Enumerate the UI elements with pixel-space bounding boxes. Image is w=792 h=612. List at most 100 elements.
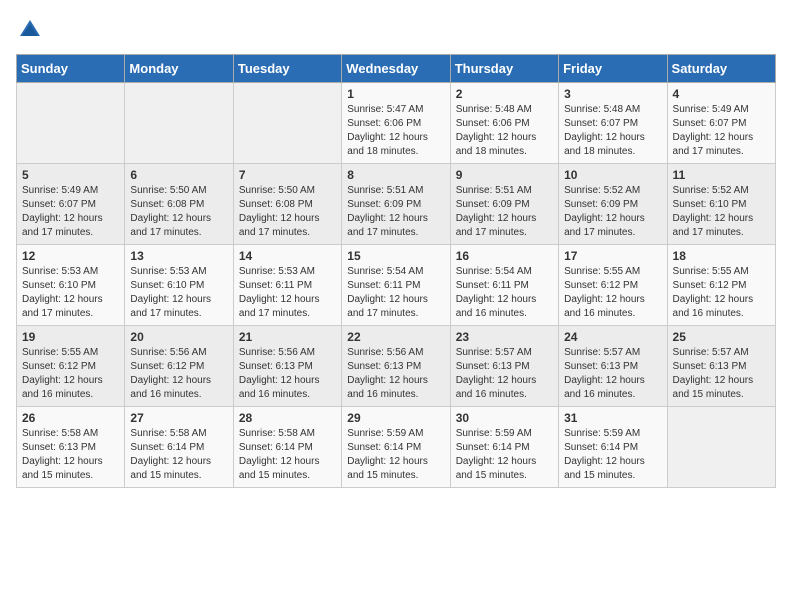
day-number: 17 [564, 249, 661, 263]
calendar-week-row: 5 Sunrise: 5:49 AM Sunset: 6:07 PM Daylig… [17, 164, 776, 245]
day-number: 29 [347, 411, 444, 425]
calendar-cell [125, 83, 233, 164]
day-number: 28 [239, 411, 336, 425]
day-info: Sunrise: 5:53 AM Sunset: 6:10 PM Dayligh… [130, 265, 227, 321]
day-number: 27 [130, 411, 227, 425]
day-number: 3 [564, 87, 661, 101]
calendar-header-thursday: Thursday [450, 55, 558, 83]
day-info: Sunrise: 5:47 AM Sunset: 6:06 PM Dayligh… [347, 103, 444, 159]
day-number: 4 [673, 87, 770, 101]
day-info: Sunrise: 5:58 AM Sunset: 6:14 PM Dayligh… [130, 427, 227, 483]
day-info: Sunrise: 5:58 AM Sunset: 6:14 PM Dayligh… [239, 427, 336, 483]
calendar-cell: 2 Sunrise: 5:48 AM Sunset: 6:06 PM Daylig… [450, 83, 558, 164]
logo-icon [16, 16, 44, 44]
calendar-cell: 18Sunrise: 5:55 AM Sunset: 6:12 PM Dayli… [667, 245, 775, 326]
day-number: 22 [347, 330, 444, 344]
calendar-header-row: SundayMondayTuesdayWednesdayThursdayFrid… [17, 55, 776, 83]
day-info: Sunrise: 5:59 AM Sunset: 6:14 PM Dayligh… [564, 427, 661, 483]
calendar-header-friday: Friday [559, 55, 667, 83]
day-number: 24 [564, 330, 661, 344]
calendar-table: SundayMondayTuesdayWednesdayThursdayFrid… [16, 54, 776, 488]
day-info: Sunrise: 5:50 AM Sunset: 6:08 PM Dayligh… [130, 184, 227, 240]
day-info: Sunrise: 5:56 AM Sunset: 6:12 PM Dayligh… [130, 346, 227, 402]
page-header [16, 16, 776, 44]
day-info: Sunrise: 5:54 AM Sunset: 6:11 PM Dayligh… [456, 265, 553, 321]
calendar-cell: 15Sunrise: 5:54 AM Sunset: 6:11 PM Dayli… [342, 245, 450, 326]
calendar-cell: 16 Sunrise: 5:54 AM Sunset: 6:11 PM Dayli… [450, 245, 558, 326]
day-number: 10 [564, 168, 661, 182]
day-number: 8 [347, 168, 444, 182]
calendar-cell: 25 Sunrise: 5:57 AM Sunset: 6:13 PM Dayli… [667, 326, 775, 407]
day-info: Sunrise: 5:55 AM Sunset: 6:12 PM Dayligh… [564, 265, 661, 321]
day-number: 25 [673, 330, 770, 344]
calendar-cell: 7Sunrise: 5:50 AM Sunset: 6:08 PM Daylig… [233, 164, 341, 245]
day-number: 7 [239, 168, 336, 182]
day-number: 14 [239, 249, 336, 263]
calendar-cell: 3 Sunrise: 5:48 AM Sunset: 6:07 PM Daylig… [559, 83, 667, 164]
day-number: 11 [673, 168, 770, 182]
calendar-cell: 5 Sunrise: 5:49 AM Sunset: 6:07 PM Daylig… [17, 164, 125, 245]
day-info: Sunrise: 5:48 AM Sunset: 6:06 PM Dayligh… [456, 103, 553, 159]
calendar-cell: 6 Sunrise: 5:50 AM Sunset: 6:08 PM Daylig… [125, 164, 233, 245]
calendar-cell: 22 Sunrise: 5:56 AM Sunset: 6:13 PM Dayli… [342, 326, 450, 407]
calendar-cell: 11 Sunrise: 5:52 AM Sunset: 6:10 PM Dayli… [667, 164, 775, 245]
calendar-cell: 29 Sunrise: 5:59 AM Sunset: 6:14 PM Dayli… [342, 407, 450, 488]
day-number: 9 [456, 168, 553, 182]
calendar-week-row: 19Sunrise: 5:55 AM Sunset: 6:12 PM Dayli… [17, 326, 776, 407]
calendar-cell: 8 Sunrise: 5:51 AM Sunset: 6:09 PM Daylig… [342, 164, 450, 245]
day-info: Sunrise: 5:56 AM Sunset: 6:13 PM Dayligh… [239, 346, 336, 402]
calendar-cell: 30Sunrise: 5:59 AM Sunset: 6:14 PM Dayli… [450, 407, 558, 488]
day-info: Sunrise: 5:53 AM Sunset: 6:11 PM Dayligh… [239, 265, 336, 321]
day-info: Sunrise: 5:49 AM Sunset: 6:07 PM Dayligh… [22, 184, 119, 240]
calendar-cell: 21 Sunrise: 5:56 AM Sunset: 6:13 PM Dayli… [233, 326, 341, 407]
calendar-cell: 17 Sunrise: 5:55 AM Sunset: 6:12 PM Dayli… [559, 245, 667, 326]
day-number: 26 [22, 411, 119, 425]
calendar-cell: 27 Sunrise: 5:58 AM Sunset: 6:14 PM Dayli… [125, 407, 233, 488]
day-info: Sunrise: 5:53 AM Sunset: 6:10 PM Dayligh… [22, 265, 119, 321]
calendar-cell: 13 Sunrise: 5:53 AM Sunset: 6:10 PM Dayli… [125, 245, 233, 326]
day-info: Sunrise: 5:55 AM Sunset: 6:12 PM Dayligh… [673, 265, 770, 321]
day-info: Sunrise: 5:51 AM Sunset: 6:09 PM Dayligh… [456, 184, 553, 240]
calendar-header-wednesday: Wednesday [342, 55, 450, 83]
day-number: 12 [22, 249, 119, 263]
day-number: 5 [22, 168, 119, 182]
day-info: Sunrise: 5:52 AM Sunset: 6:10 PM Dayligh… [673, 184, 770, 240]
calendar-week-row: 1 Sunrise: 5:47 AM Sunset: 6:06 PM Daylig… [17, 83, 776, 164]
day-info: Sunrise: 5:58 AM Sunset: 6:13 PM Dayligh… [22, 427, 119, 483]
calendar-week-row: 26 Sunrise: 5:58 AM Sunset: 6:13 PM Dayli… [17, 407, 776, 488]
calendar-week-row: 12 Sunrise: 5:53 AM Sunset: 6:10 PM Dayli… [17, 245, 776, 326]
calendar-cell: 20Sunrise: 5:56 AM Sunset: 6:12 PM Dayli… [125, 326, 233, 407]
calendar-cell [17, 83, 125, 164]
calendar-cell: 23 Sunrise: 5:57 AM Sunset: 6:13 PM Dayli… [450, 326, 558, 407]
day-info: Sunrise: 5:52 AM Sunset: 6:09 PM Dayligh… [564, 184, 661, 240]
day-number: 21 [239, 330, 336, 344]
day-info: Sunrise: 5:57 AM Sunset: 6:13 PM Dayligh… [564, 346, 661, 402]
day-info: Sunrise: 5:56 AM Sunset: 6:13 PM Dayligh… [347, 346, 444, 402]
calendar-cell: 19Sunrise: 5:55 AM Sunset: 6:12 PM Dayli… [17, 326, 125, 407]
day-number: 16 [456, 249, 553, 263]
day-number: 13 [130, 249, 227, 263]
day-info: Sunrise: 5:48 AM Sunset: 6:07 PM Dayligh… [564, 103, 661, 159]
calendar-cell: 10 Sunrise: 5:52 AM Sunset: 6:09 PM Dayli… [559, 164, 667, 245]
calendar-header-tuesday: Tuesday [233, 55, 341, 83]
day-number: 31 [564, 411, 661, 425]
day-info: Sunrise: 5:55 AM Sunset: 6:12 PM Dayligh… [22, 346, 119, 402]
calendar-cell: 4Sunrise: 5:49 AM Sunset: 6:07 PM Daylig… [667, 83, 775, 164]
calendar-header-monday: Monday [125, 55, 233, 83]
day-number: 1 [347, 87, 444, 101]
calendar-cell: 24 Sunrise: 5:57 AM Sunset: 6:13 PM Dayli… [559, 326, 667, 407]
calendar-cell: 1 Sunrise: 5:47 AM Sunset: 6:06 PM Daylig… [342, 83, 450, 164]
day-info: Sunrise: 5:57 AM Sunset: 6:13 PM Dayligh… [673, 346, 770, 402]
day-number: 23 [456, 330, 553, 344]
day-number: 6 [130, 168, 227, 182]
calendar-cell: 9 Sunrise: 5:51 AM Sunset: 6:09 PM Daylig… [450, 164, 558, 245]
day-info: Sunrise: 5:51 AM Sunset: 6:09 PM Dayligh… [347, 184, 444, 240]
calendar-cell [667, 407, 775, 488]
calendar-cell: 12 Sunrise: 5:53 AM Sunset: 6:10 PM Dayli… [17, 245, 125, 326]
day-info: Sunrise: 5:57 AM Sunset: 6:13 PM Dayligh… [456, 346, 553, 402]
day-number: 2 [456, 87, 553, 101]
day-info: Sunrise: 5:59 AM Sunset: 6:14 PM Dayligh… [347, 427, 444, 483]
calendar-cell: 28 Sunrise: 5:58 AM Sunset: 6:14 PM Dayli… [233, 407, 341, 488]
logo [16, 16, 48, 44]
day-info: Sunrise: 5:54 AM Sunset: 6:11 PM Dayligh… [347, 265, 444, 321]
